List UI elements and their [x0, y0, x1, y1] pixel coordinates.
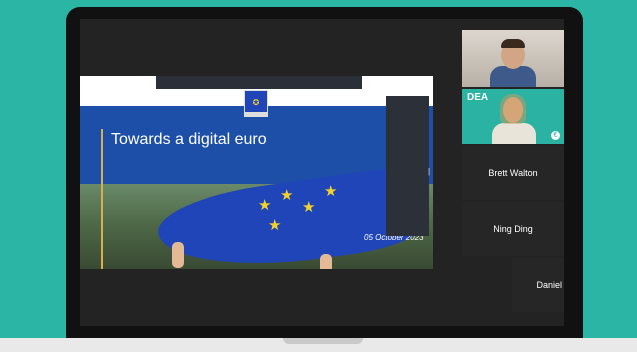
- meeting-screen: ★ ★ ★ ★ ★ Towards a digital euro 05 Octo…: [80, 19, 564, 326]
- person-body: [490, 66, 536, 87]
- participant-tile-brett[interactable]: Brett Walton: [462, 146, 564, 200]
- flag-star: ★: [280, 187, 294, 204]
- person-body: [492, 123, 536, 144]
- flag-star: ★: [302, 199, 316, 216]
- shared-slide: ★ ★ ★ ★ ★ Towards a digital euro 05 Octo…: [80, 76, 433, 269]
- hand: [172, 242, 184, 268]
- participant-name: Daniel: [536, 280, 562, 290]
- person-hair: [501, 39, 525, 48]
- share-toolbar[interactable]: [156, 76, 362, 89]
- logo-caption: [244, 112, 268, 117]
- eu-flag-logo-icon: ✪: [244, 90, 268, 114]
- slide-edge-mark: |: [428, 167, 431, 176]
- flag-star: ★: [268, 217, 282, 234]
- hand: [320, 254, 332, 269]
- slide-title: Towards a digital euro: [111, 131, 267, 148]
- laptop-notch: [283, 338, 363, 344]
- occluding-panel: [386, 96, 429, 236]
- participant-video-1[interactable]: [462, 30, 564, 87]
- euro-icon: €: [551, 131, 560, 140]
- participant-name: Ning Ding: [493, 224, 533, 234]
- dea-watermark: DEA: [467, 92, 489, 103]
- participant-name: Brett Walton: [488, 168, 538, 178]
- participant-tile-ning[interactable]: Ning Ding: [462, 202, 564, 256]
- participant-tile-daniel[interactable]: Daniel: [512, 258, 564, 312]
- person-hair: [500, 94, 526, 124]
- flag-star: ★: [324, 183, 338, 200]
- slide-accent-line: [101, 129, 103, 269]
- participant-video-2[interactable]: DEA €: [462, 89, 564, 144]
- flag-star: ★: [258, 197, 272, 214]
